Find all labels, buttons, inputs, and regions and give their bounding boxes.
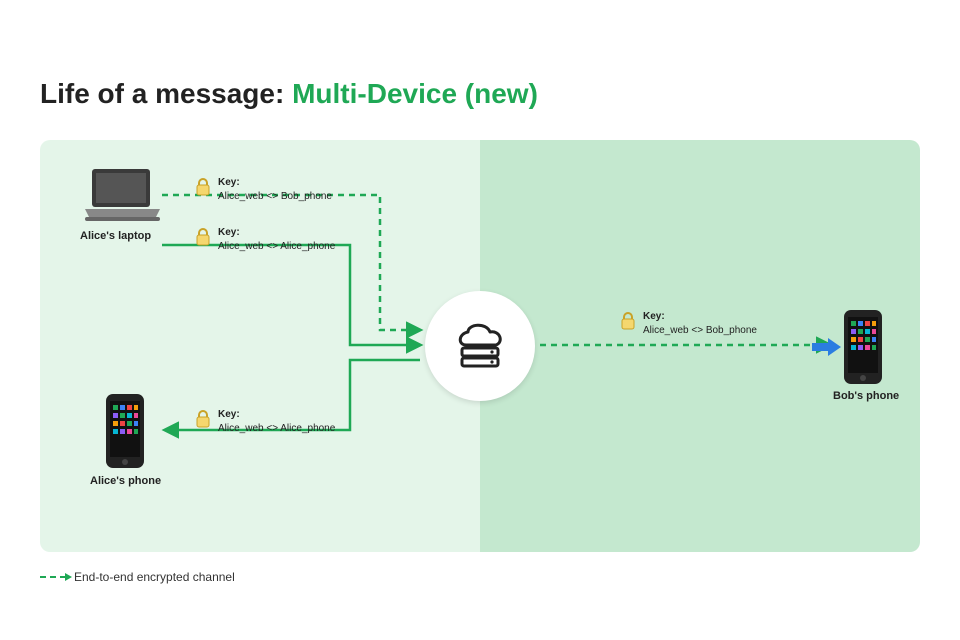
key-server-alicephone: Key: Alice_web <> Alice_phone bbox=[218, 408, 335, 435]
lock-icon bbox=[620, 312, 636, 328]
legend-text: End-to-end encrypted channel bbox=[74, 570, 235, 584]
bob-phone-icon bbox=[840, 308, 886, 391]
key-server-bob: Key: Alice_web <> Bob_phone bbox=[643, 310, 757, 337]
diagram-title: Life of a message: Multi-Device (new) bbox=[40, 78, 538, 110]
legend: End-to-end encrypted channel bbox=[40, 570, 235, 584]
lock-icon bbox=[195, 228, 211, 244]
title-prefix: Life of a message: bbox=[40, 78, 292, 109]
alice-laptop-label: Alice's laptop bbox=[80, 230, 151, 242]
arrow-icon bbox=[812, 337, 842, 362]
lock-icon bbox=[195, 178, 211, 194]
alice-phone-icon bbox=[102, 392, 148, 475]
server-icon bbox=[425, 291, 535, 401]
title-accent: Multi-Device (new) bbox=[292, 78, 538, 109]
key-laptop-bob: Key: Alice_web <> Bob_phone bbox=[218, 176, 332, 203]
alice-laptop-icon bbox=[80, 165, 165, 230]
key-laptop-alicephone: Key: Alice_web <> Alice_phone bbox=[218, 226, 335, 253]
bob-phone-label: Bob's phone bbox=[833, 390, 899, 402]
legend-arrow-icon bbox=[40, 576, 66, 578]
lock-icon bbox=[195, 410, 211, 426]
alice-phone-label: Alice's phone bbox=[90, 475, 161, 487]
diagram-panel: Alice's laptop Alice's phone bbox=[40, 140, 920, 552]
